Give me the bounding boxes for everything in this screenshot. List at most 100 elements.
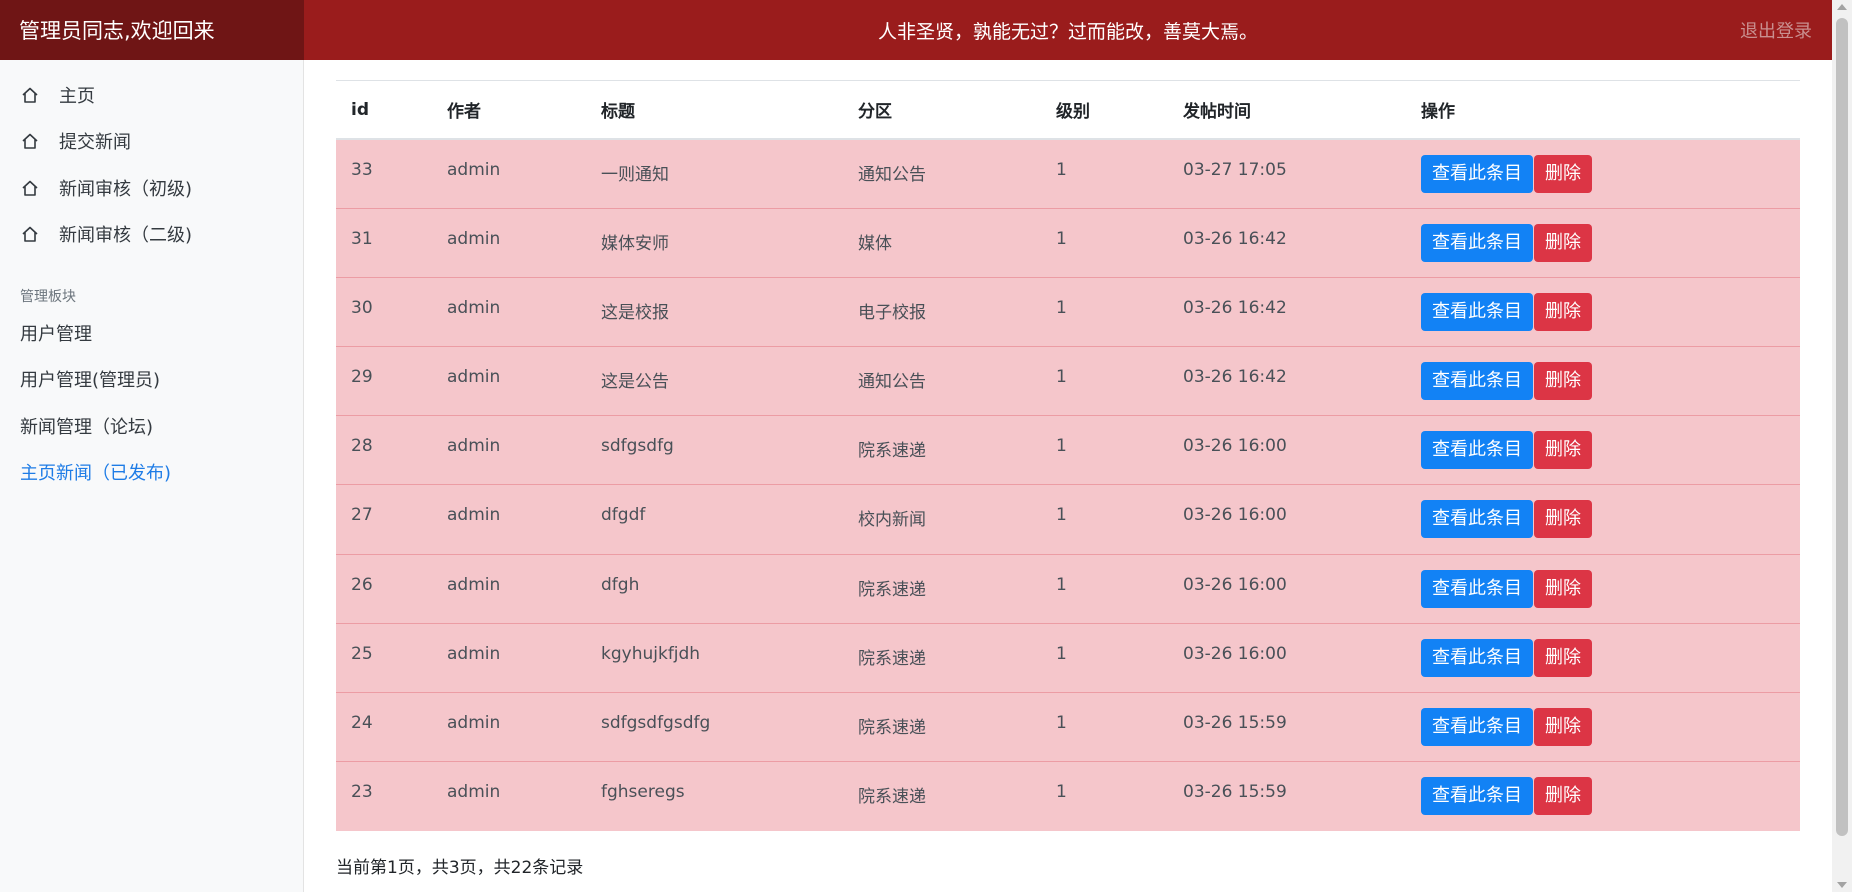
cell-section: 院系速递 [843,691,1041,762]
sidebar-item-review-secondary[interactable]: 新闻审核（二级) [0,214,304,254]
cell-author: admin [432,415,586,485]
cell-actions: 查看此条目 删除 [1406,622,1800,693]
cell-time: 03-26 15:59 [1168,691,1406,762]
cell-title: kgyhujkfjdh [586,622,843,693]
cell-level: 1 [1041,691,1168,762]
view-entry-button[interactable]: 查看此条目 [1421,708,1533,746]
cell-actions: 查看此条目 删除 [1406,484,1800,555]
view-entry-button[interactable]: 查看此条目 [1421,569,1533,608]
view-entry-button[interactable]: 查看此条目 [1421,155,1533,193]
cell-author: admin [432,622,586,693]
delete-button[interactable]: 删除 [1534,500,1592,539]
sidebar-item-review-primary[interactable]: 新闻审核（初级) [0,168,304,208]
cell-actions: 查看此条目 删除 [1406,761,1800,831]
sidebar-item-user-management[interactable]: 用户管理 [20,316,92,350]
news-table: id 作者 标题 分区 级别 发帖时间 操作 33 admin 一则通知 通知公告 1 0… [336,81,1800,831]
cell-actions: 查看此条目 删除 [1406,691,1800,762]
column-header-id: id [336,81,432,140]
cell-time: 03-26 16:00 [1168,553,1406,624]
cell-section: 院系速递 [843,761,1041,831]
view-entry-button[interactable]: 查看此条目 [1421,362,1533,401]
delete-button[interactable]: 删除 [1534,708,1592,746]
sidebar-item-published-news[interactable]: 主页新闻（已发布) [20,455,171,489]
cell-time: 03-26 16:00 [1168,415,1406,485]
sidebar: 主页 提交新闻 新闻审核（初级) 新闻审核（二级) 管理板块 用户管理 用户管理… [0,60,304,892]
cell-time: 03-26 16:42 [1168,207,1406,278]
cell-level: 1 [1041,346,1168,416]
cell-time: 03-26 16:00 [1168,484,1406,555]
view-entry-button[interactable]: 查看此条目 [1421,500,1533,539]
cell-id: 25 [336,622,432,693]
delete-button[interactable]: 删除 [1534,638,1592,677]
sidebar-item-label: 提交新闻 [59,132,131,153]
cell-section: 通知公告 [858,165,926,185]
delete-button[interactable]: 删除 [1534,777,1592,816]
table-row: 30 admin 这是校报 电子校报 1 03-26 16:42 查看此条目 删除 [336,276,1800,347]
cell-section: 院系速递 [843,622,1041,693]
cell-section: 媒体 [843,207,1041,278]
cell-author: admin [432,761,586,831]
delete-button[interactable]: 删除 [1534,155,1592,193]
view-entry-button[interactable]: 查看此条目 [1421,638,1533,677]
top-navbar: 管理员同志,欢迎回来 人非圣贤，孰能无过？过而能改，善莫大焉。 退出登录 [0,0,1832,60]
cell-time: 03-26 16:42 [1168,276,1406,347]
cell-level: 1 [1041,553,1168,624]
cell-title: 媒体安师 [586,207,843,278]
pagination-info: 当前第1页，共3页，共22条记录 [336,858,584,878]
sidebar-item-label: 主页 [59,86,95,107]
cell-level: 1 [1056,160,1067,180]
brand-title: 管理员同志,欢迎回来 [0,0,304,60]
cell-level: 1 [1041,761,1168,831]
cell-level: 1 [1041,622,1168,693]
view-entry-button[interactable]: 查看此条目 [1421,777,1533,816]
cell-author: admin [432,553,586,624]
delete-button[interactable]: 删除 [1534,362,1592,401]
table-row: 23 admin fghseregs 院系速递 1 03-26 15:59 查看此条目 删除 [336,761,1800,831]
cell-level: 1 [1041,207,1168,278]
table-row: 28 admin sdfgsdfg 院系速递 1 03-26 16:00 查看此条目 删除 [336,415,1800,485]
cell-title: 这是公告 [586,346,843,416]
scrollbar-thumb[interactable] [1836,18,1848,836]
cell-actions: 查看此条目 删除 [1406,346,1800,416]
table-header-row: id 作者 标题 分区 级别 发帖时间 操作 [336,81,1800,140]
table-body: 33 admin 一则通知 通知公告 1 03-27 17:05 查看此条目 删除 31 admi… [336,139,1800,831]
column-header-actions: 操作 [1406,81,1800,140]
view-entry-button[interactable]: 查看此条目 [1421,431,1533,470]
scroll-down-arrow-icon[interactable] [1837,882,1847,888]
cell-time: 03-26 16:42 [1168,346,1406,416]
cell-actions: 查看此条目 删除 [1406,207,1800,278]
delete-button[interactable]: 删除 [1534,431,1592,470]
sidebar-item-news-forum[interactable]: 新闻管理（论坛) [20,409,153,443]
sidebar-item-home[interactable]: 主页 [0,75,304,115]
sidebar-item-submit-news[interactable]: 提交新闻 [0,121,304,161]
cell-title: dfgdf [586,484,843,555]
table-row: 29 admin 这是公告 通知公告 1 03-26 16:42 查看此条目 删除 [336,346,1800,416]
cell-actions: 查看此条目 删除 [1406,139,1800,208]
delete-button[interactable]: 删除 [1534,292,1592,331]
cell-time: 03-27 17:05 [1183,160,1287,180]
cell-section: 电子校报 [843,276,1041,347]
delete-button[interactable]: 删除 [1534,223,1592,262]
vertical-scrollbar[interactable] [1832,0,1852,892]
sidebar-item-label: 新闻审核（二级) [59,225,193,246]
column-header-time: 发帖时间 [1168,81,1406,140]
sidebar-item-admin-management[interactable]: 用户管理(管理员) [20,362,160,396]
view-entry-button[interactable]: 查看此条目 [1421,292,1533,331]
delete-button[interactable]: 删除 [1534,569,1592,608]
cell-level: 1 [1041,484,1168,555]
cell-level: 1 [1041,415,1168,485]
cell-author: admin [432,207,586,278]
home-icon [20,178,40,198]
cell-title: 一则通知 [601,165,669,185]
table-row: 26 admin dfgh 院系速递 1 03-26 16:00 查看此条目 删除 [336,553,1800,624]
home-icon [20,85,40,105]
cell-actions: 查看此条目 删除 [1406,415,1800,485]
cell-actions: 查看此条目 删除 [1406,553,1800,624]
home-icon [20,224,40,244]
view-entry-button[interactable]: 查看此条目 [1421,223,1533,262]
table-row: 24 admin sdfgsdfgsdfg 院系速递 1 03-26 15:59 查看此条目… [336,691,1800,762]
logout-link[interactable]: 退出登录 [1740,0,1812,60]
scroll-up-arrow-icon[interactable] [1837,4,1847,10]
table-row: 27 admin dfgdf 校内新闻 1 03-26 16:00 查看此条目 删除 [336,484,1800,555]
cell-id: 24 [336,691,432,762]
